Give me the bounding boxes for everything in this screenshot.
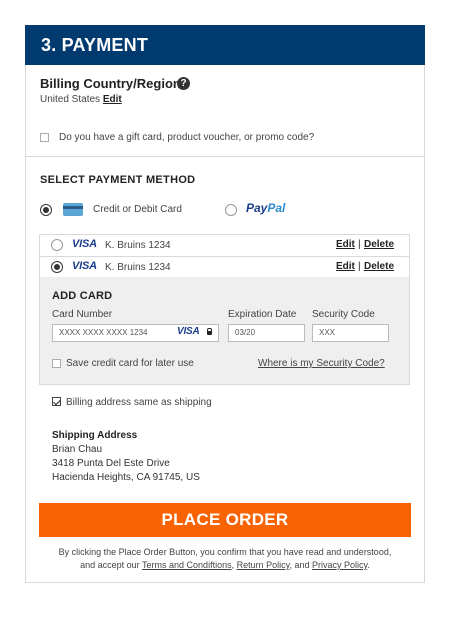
expiration-input[interactable]: 03/20 <box>228 324 305 342</box>
saved-card-delete-1[interactable]: Delete <box>364 239 394 250</box>
country-value: United States <box>40 94 101 105</box>
saved-card-label-1: K. Bruins 1234 <box>105 240 171 251</box>
credit-card-icon <box>63 203 83 216</box>
section-divider <box>26 156 424 157</box>
shipping-city: Hacienda Heights, CA 91745, US <box>52 472 200 483</box>
paypal-logo: PayPal <box>246 201 285 215</box>
add-card-title: ADD CARD <box>52 290 113 302</box>
link-separator-2: | <box>358 261 361 272</box>
billing-country: United States Edit <box>40 94 122 105</box>
billing-country-title: Billing Country/Region <box>40 76 181 91</box>
security-code-label: Security Code <box>312 309 375 320</box>
paypal-logo-pay: Pay <box>246 201 268 215</box>
terms-link[interactable]: Terms and Condiftions <box>142 560 232 570</box>
billing-same-label: Billing address same as shipping <box>66 397 212 408</box>
legal-and: , and <box>289 560 312 570</box>
return-policy-link[interactable]: Return Policy <box>237 560 290 570</box>
page-title: 3. PAYMENT <box>41 35 149 55</box>
save-card-label: Save credit card for later use <box>66 358 194 369</box>
payment-header: 3. PAYMENT <box>25 25 425 65</box>
privacy-policy-link[interactable]: Privacy Policy <box>312 560 367 570</box>
visa-logo-1: VISA <box>72 238 97 250</box>
lock-icon <box>207 328 212 335</box>
expiration-value: 03/20 <box>235 328 256 337</box>
gift-card-checkbox[interactable] <box>40 133 49 142</box>
saved-card-edit-2[interactable]: Edit <box>336 261 355 272</box>
saved-card-edit-1[interactable]: Edit <box>336 239 355 250</box>
credit-card-radio[interactable] <box>40 204 52 216</box>
saved-row-divider <box>40 256 409 257</box>
shipping-address-title: Shipping Address <box>52 430 138 441</box>
security-code-help-link[interactable]: Where is my Security Code? <box>258 358 385 369</box>
payment-method-title: SELECT PAYMENT METHOD <box>40 174 196 186</box>
expiration-label: Expiration Date <box>228 309 297 320</box>
legal-text-2: and accept our <box>80 560 143 570</box>
legal-period: . <box>367 560 370 570</box>
billing-same-checkbox[interactable] <box>52 397 61 406</box>
paypal-radio[interactable] <box>225 204 237 216</box>
saved-card-label-2: K. Bruins 1234 <box>105 262 171 273</box>
help-icon[interactable]: ? <box>177 77 190 90</box>
visa-logo-2: VISA <box>72 260 97 272</box>
saved-card-delete-2[interactable]: Delete <box>364 261 394 272</box>
legal-disclaimer: By clicking the Place Order Button, you … <box>40 546 410 572</box>
card-number-visa-logo: VISA <box>177 326 200 337</box>
security-code-value: XXX <box>319 328 336 337</box>
link-separator-1: | <box>358 239 361 250</box>
shipping-street: 3418 Punta Del Este Drive <box>52 458 170 469</box>
paypal-logo-pal: Pal <box>267 201 286 215</box>
place-order-button[interactable]: PLACE ORDER <box>39 503 411 537</box>
saved-card-radio-1[interactable] <box>51 239 63 251</box>
country-edit-link[interactable]: Edit <box>103 94 122 105</box>
security-code-input[interactable]: XXX <box>312 324 389 342</box>
save-card-checkbox[interactable] <box>52 359 61 368</box>
shipping-name: Brian Chau <box>52 444 103 455</box>
credit-card-option-label: Credit or Debit Card <box>93 204 182 215</box>
card-number-label: Card Number <box>52 309 113 320</box>
card-number-value: XXXX XXXX XXXX 1234 <box>59 328 148 337</box>
legal-text-1: By clicking the Place Order Button, you … <box>58 547 392 557</box>
gift-card-label: Do you have a gift card, product voucher… <box>59 132 315 143</box>
saved-card-radio-2[interactable] <box>51 261 63 273</box>
